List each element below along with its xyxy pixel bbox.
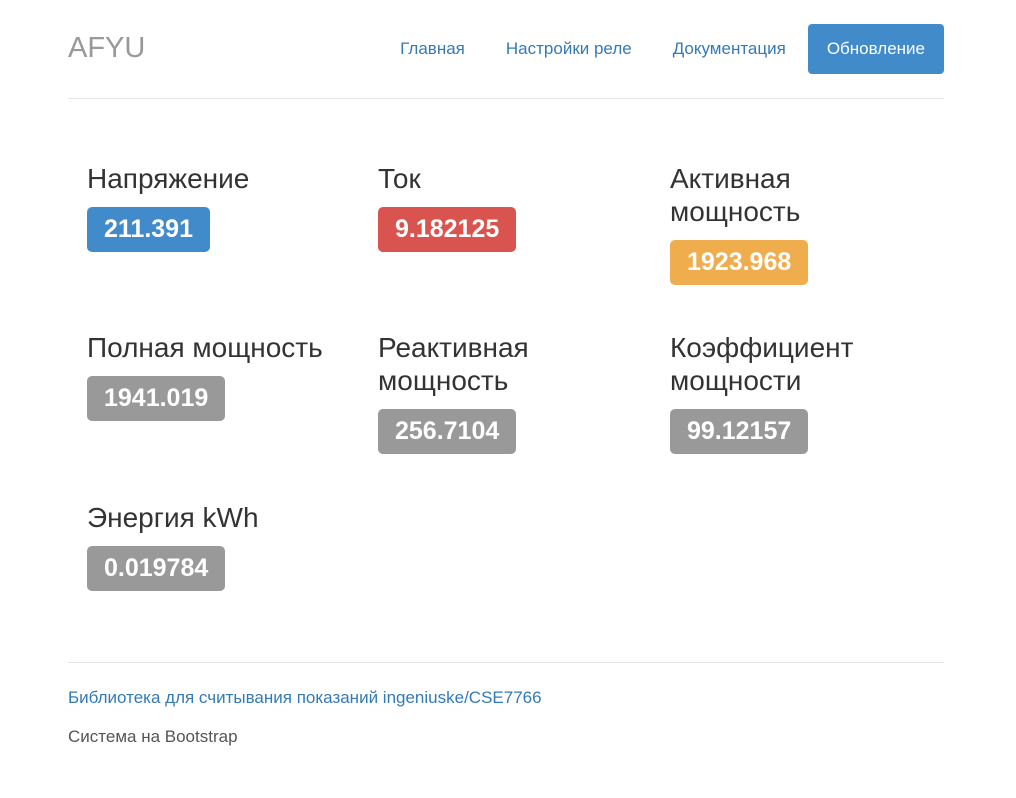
metric-title: Энергия kWh [87,502,259,533]
footer-note: Система на Bootstrap [68,727,238,746]
metric-value-badge: 211.391 [87,207,210,252]
metric-current: Ток 9.182125 [378,162,648,252]
metric-energy: Энергия kWh 0.019784 [87,501,357,591]
metric-value-badge: 1923.968 [670,240,809,285]
header: AFYU Главная Настройки реле Документация… [68,0,944,99]
footer: Библиотека для считывания показаний inge… [68,662,944,748]
metric-title: Реактивная мощность [378,332,529,396]
nav-relay-settings[interactable]: Настройки реле [486,24,652,74]
metric-value-badge: 99.12157 [670,409,809,454]
metrics-grid: Напряжение 211.391 Ток 9.182125 Активная… [68,99,944,662]
metric-power-factor: Коэффициент мощности 99.12157 [670,331,890,454]
brand-logo[interactable]: AFYU [68,32,145,64]
metric-title: Полная мощность [87,332,323,363]
metric-title: Ток [378,163,421,194]
metric-value-badge: 9.182125 [378,207,517,252]
metric-reactive-power: Реактивная мощность 256.7104 [378,331,558,454]
metric-title: Активная мощность [670,163,801,227]
nav-documentation[interactable]: Документация [653,24,806,74]
metric-value-badge: 256.7104 [378,409,517,454]
metric-value-badge: 0.019784 [87,546,226,591]
metric-value-badge: 1941.019 [87,376,226,421]
metric-active-power: Активная мощность 1923.968 [670,162,830,285]
metric-title: Коэффициент мощности [670,332,854,396]
nav-update[interactable]: Обновление [807,24,944,74]
metric-voltage: Напряжение 211.391 [87,162,357,252]
nav-home[interactable]: Главная [380,24,485,74]
metric-title: Напряжение [87,163,250,194]
page-container: AFYU Главная Настройки реле Документация… [68,0,944,748]
footer-library-link[interactable]: Библиотека для считывания показаний inge… [68,687,944,709]
metric-apparent-power: Полная мощность 1941.019 [87,331,357,421]
main-nav: Главная Настройки реле Документация Обно… [379,24,944,74]
